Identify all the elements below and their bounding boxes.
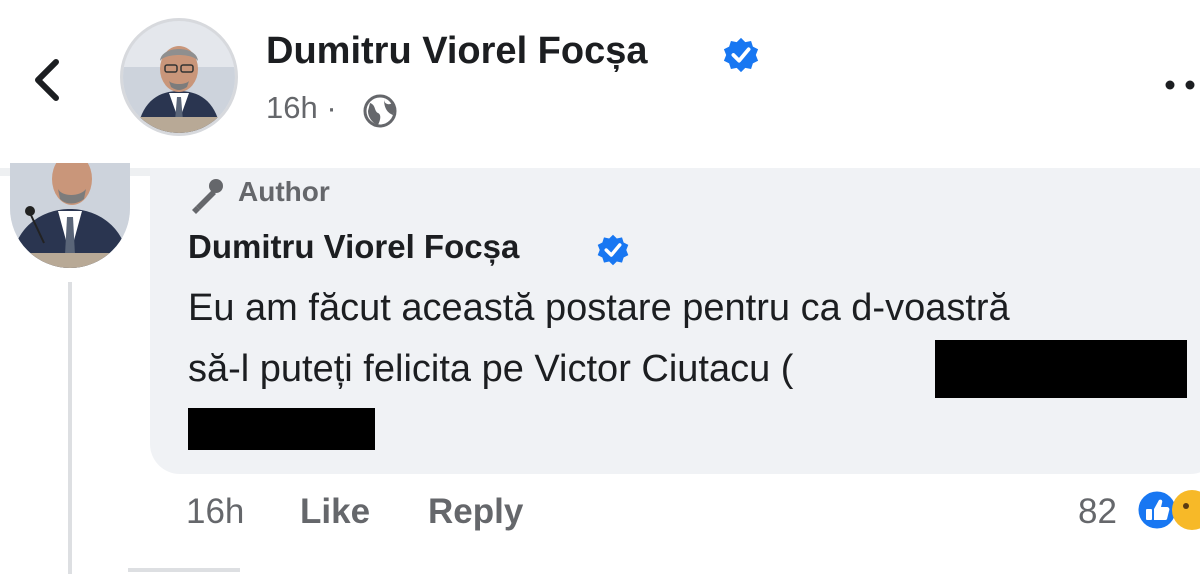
comment-text-line-1: Eu am făcut această postare pentru ca d-… [188,287,1010,329]
globe-icon [363,94,397,128]
post-author-name[interactable]: Dumitru Viorel Focșa [266,30,648,73]
avatar-photo [123,21,235,133]
post-header: Dumitru Viorel Focșa 16h · [0,0,1200,150]
comment-time[interactable]: 16h [186,492,244,532]
more-options-icon[interactable] [1160,70,1200,100]
author-avatar[interactable] [120,18,238,136]
like-button[interactable]: Like [300,492,370,532]
meta-separator: · [326,90,337,125]
avatar-photo [10,163,130,268]
reaction-icon[interactable] [1168,488,1200,532]
redaction-box [935,340,1187,398]
comment-author-name[interactable]: Dumitru Viorel Focșa [188,228,519,266]
verified-badge-icon [597,234,629,266]
reaction-count[interactable]: 82 [1078,492,1117,532]
post-time[interactable]: 16h [266,90,318,125]
reply-button[interactable]: Reply [428,492,523,532]
redaction-box [188,408,375,450]
commenter-avatar[interactable] [10,163,130,268]
verified-badge-icon [723,37,759,73]
chevron-left-icon[interactable] [28,50,68,110]
next-comment-edge [128,568,240,572]
post-meta: 16h · [266,90,337,126]
megaphone-icon [192,179,223,214]
author-badge-label: Author [238,176,330,207]
comment-text-line-2: să-l puteți felicita pe Victor Ciutacu ( [188,348,794,390]
thread-line [68,282,72,574]
